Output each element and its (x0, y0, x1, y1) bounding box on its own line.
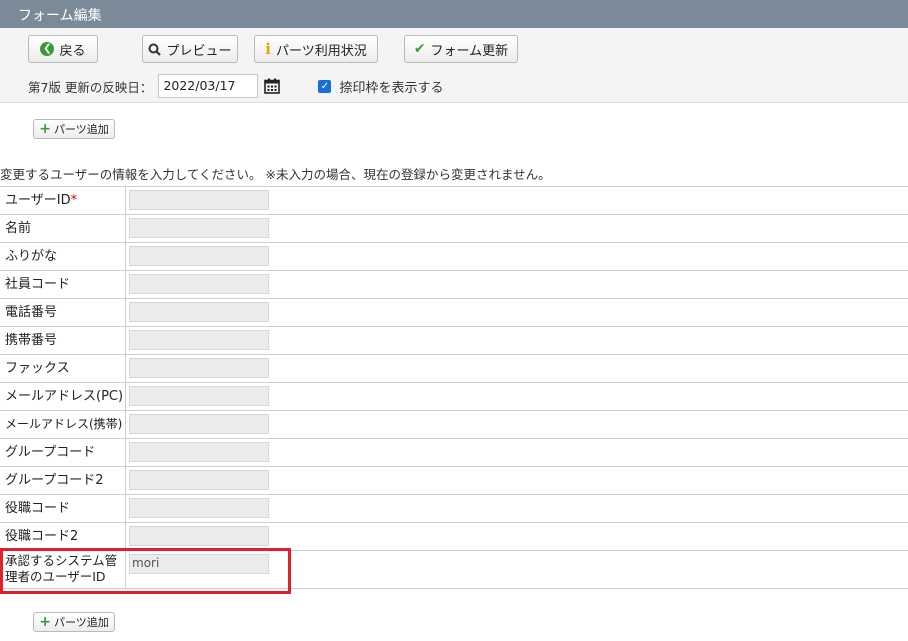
user-id-input[interactable] (129, 190, 269, 210)
stamp-frame-checkbox-label: 捺印枠を表示する (339, 80, 444, 96)
search-icon (148, 43, 162, 56)
field-label-group-code: グループコード (0, 439, 126, 466)
email-mobile-input[interactable] (129, 414, 269, 434)
field-label-email-mobile: メールアドレス(携帯) (0, 411, 126, 438)
fax-input[interactable] (129, 358, 269, 378)
add-parts-button-top[interactable]: + パーツ追加 (33, 119, 115, 139)
plus-icon: + (39, 614, 51, 630)
form-row-approver-admin-id: 承認するシステム管理者のユーザーID mori (0, 551, 908, 589)
form-row-email-pc: メールアドレス(PC) (0, 383, 908, 411)
back-button[interactable]: ❮ 戻る (28, 35, 98, 63)
phone-input[interactable] (129, 302, 269, 322)
calendar-icon[interactable] (264, 78, 281, 94)
employee-code-input[interactable] (129, 274, 269, 294)
form-row-fax: ファックス (0, 355, 908, 383)
position-code-input[interactable] (129, 498, 269, 518)
approver-admin-id-input[interactable]: mori (129, 554, 269, 574)
field-label-furigana: ふりがな (0, 243, 126, 270)
field-label-name: 名前 (0, 215, 126, 242)
field-label-email-pc: メールアドレス(PC) (0, 383, 126, 410)
form-row-group-code-2: グループコード2 (0, 467, 908, 495)
parts-usage-button[interactable]: i パーツ利用状況 (254, 35, 378, 63)
form-row-employee-code: 社員コード (0, 271, 908, 299)
add-parts-button-bottom[interactable]: + パーツ追加 (33, 612, 115, 632)
field-label-employee-code: 社員コード (0, 271, 126, 298)
checkmark-icon: ✔ (413, 41, 426, 57)
back-arrow-icon: ❮ (40, 42, 55, 56)
user-form-table: ユーザーID* 名前 ふりがな 社員コード 電話番号 携帯番号 ファックス メー… (0, 186, 908, 589)
form-row-group-code: グループコード (0, 439, 908, 467)
position-code-2-input[interactable] (129, 526, 269, 546)
preview-button-label: プレビュー (166, 43, 232, 59)
field-label-position-code-2: 役職コード2 (0, 523, 126, 550)
window-title: フォーム編集 (0, 0, 908, 28)
add-parts-label: パーツ追加 (53, 123, 109, 136)
version-label: 第7版 更新の反映日： (28, 79, 153, 95)
add-parts-label: パーツ追加 (53, 616, 109, 629)
field-label-user-id: ユーザーID* (0, 187, 126, 214)
form-row-email-mobile: メールアドレス(携帯) (0, 411, 908, 439)
info-icon: i (265, 40, 271, 58)
field-label-phone: 電話番号 (0, 299, 126, 326)
parts-usage-button-label: パーツ利用状況 (275, 43, 367, 59)
field-label-fax: ファックス (0, 355, 126, 382)
furigana-input[interactable] (129, 246, 269, 266)
reflection-date-input[interactable]: 2022/03/17 (158, 74, 259, 98)
field-label-group-code-2: グループコード2 (0, 467, 126, 494)
field-label-approver-admin-id: 承認するシステム管理者のユーザーID (0, 551, 126, 588)
instruction-text: 変更するユーザーの情報を入力してください。 ※未入力の場合、現在の登録から変更さ… (0, 167, 551, 182)
form-row-furigana: ふりがな (0, 243, 908, 271)
group-code-input[interactable] (129, 442, 269, 462)
plus-icon: + (39, 121, 51, 137)
back-button-label: 戻る (59, 43, 86, 59)
name-input[interactable] (129, 218, 269, 238)
email-pc-input[interactable] (129, 386, 269, 406)
field-label-mobile: 携帯番号 (0, 327, 126, 354)
form-row-phone: 電話番号 (0, 299, 908, 327)
form-row-name: 名前 (0, 215, 908, 243)
toolbar: ❮ 戻る プレビュー i パーツ利用状況 ✔ フォーム更新 第7版 更新の反映日… (0, 28, 908, 103)
form-row-position-code-2: 役職コード2 (0, 523, 908, 551)
group-code-2-input[interactable] (129, 470, 269, 490)
form-row-mobile: 携帯番号 (0, 327, 908, 355)
required-mark: * (70, 193, 78, 208)
update-form-button-label: フォーム更新 (430, 43, 509, 59)
mobile-input[interactable] (129, 330, 269, 350)
version-row: 第7版 更新の反映日： 2022/03/17 ✓ 捺印枠を表示する (28, 73, 443, 99)
update-form-button[interactable]: ✔ フォーム更新 (404, 35, 518, 63)
stamp-frame-checkbox[interactable]: ✓ (318, 79, 332, 93)
preview-button[interactable]: プレビュー (142, 35, 238, 63)
form-row-user-id: ユーザーID* (0, 187, 908, 215)
field-label-position-code: 役職コード (0, 495, 126, 522)
form-row-position-code: 役職コード (0, 495, 908, 523)
